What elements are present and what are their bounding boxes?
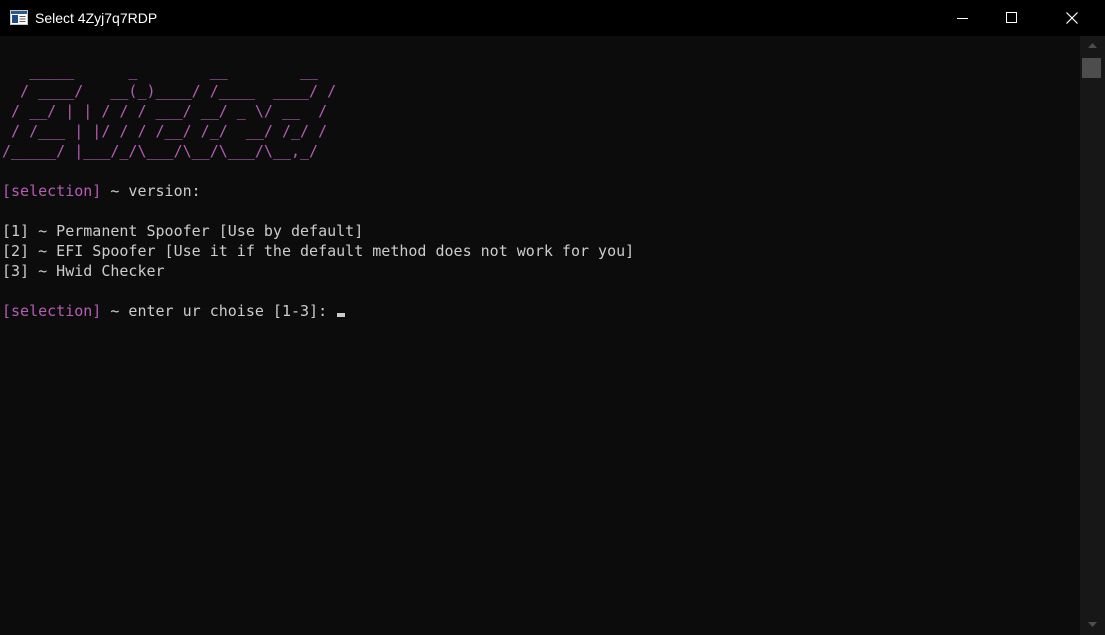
maximize-icon (1006, 12, 1017, 23)
close-button[interactable] (1048, 0, 1105, 36)
vertical-scrollbar[interactable] (1080, 36, 1105, 635)
chevron-up-icon (1088, 43, 1097, 48)
chevron-down-icon (1088, 622, 1097, 627)
scroll-thumb[interactable] (1082, 58, 1101, 78)
console-window-icon[interactable] (10, 10, 28, 25)
ascii-banner-line: / ____/ __(_)____/ /____ ____/ / (2, 82, 337, 100)
console-output[interactable]: _____ _ __ __ / ____/ __(_)____/ /____ _… (0, 36, 1080, 635)
selection-tag: [selection] (2, 302, 102, 320)
console-text: _____ _ __ __ / ____/ __(_)____/ /____ _… (2, 61, 634, 321)
menu-option-2: [2] ~ EFI Spoofer [Use it if the default… (2, 241, 634, 261)
menu-option-3: [3] ~ Hwid Checker (2, 261, 634, 281)
scroll-down-button[interactable] (1080, 615, 1105, 635)
selection-tag: [selection] (2, 182, 102, 200)
version-prompt: [selection] ~ version: (2, 181, 634, 201)
window-title: Select 4Zyj7q7RDP (35, 10, 158, 26)
title-bar[interactable]: Select 4Zyj7q7RDP (0, 0, 1105, 36)
option-text: ~ EFI Spoofer [Use it if the default met… (29, 242, 635, 260)
option-text: ~ Permanent Spoofer [Use by default] (29, 222, 364, 240)
console-window: Select 4Zyj7q7RDP _____ _ __ __ / ____/ … (0, 0, 1105, 635)
choice-prompt[interactable]: [selection] ~ enter ur choise [1-3]: (2, 301, 634, 321)
option-key: [3] (2, 262, 30, 280)
option-text: ~ Hwid Checker (29, 262, 165, 280)
prompt-text: ~ enter ur choise [1-3]: (101, 302, 337, 320)
maximize-button[interactable] (989, 0, 1035, 36)
option-key: [2] (2, 242, 30, 260)
scroll-up-button[interactable] (1080, 36, 1105, 56)
minimize-icon (957, 18, 968, 19)
ascii-banner-line: / __/ | | / / / ___/ __/ _ \/ __ / (2, 102, 328, 120)
ascii-banner-line: _____ _ __ __ (2, 62, 319, 80)
text-cursor[interactable] (337, 313, 346, 317)
minimize-button[interactable] (940, 0, 986, 36)
option-key: [1] (2, 222, 30, 240)
menu-option-1: [1] ~ Permanent Spoofer [Use by default] (2, 221, 634, 241)
close-icon (1066, 12, 1078, 24)
ascii-banner-line: / /___ | |/ / / /__/ /_/ __/ /_/ / (2, 122, 328, 140)
prompt-text: ~ version: (101, 182, 201, 200)
ascii-banner-line: /_____/ |___/_/\___/\__/\___/\__,_/ (2, 142, 319, 160)
